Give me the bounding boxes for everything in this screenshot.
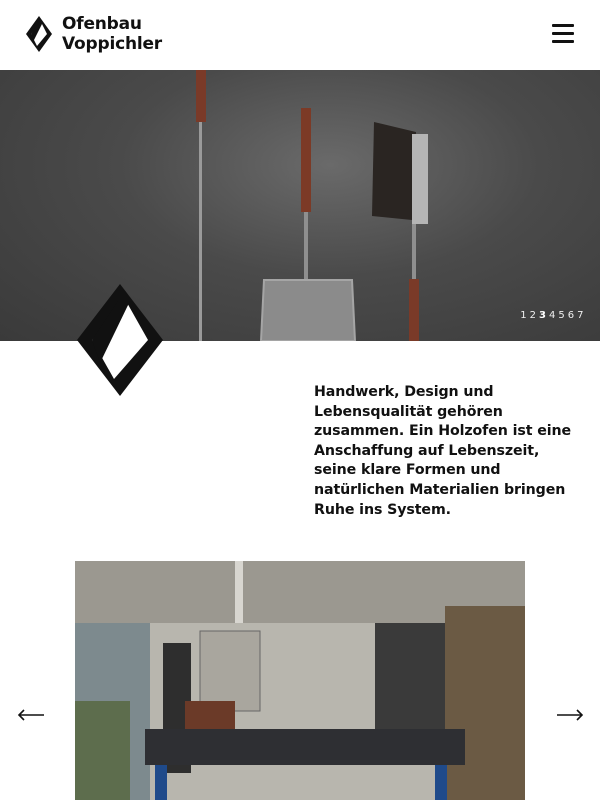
brush-plate: [412, 134, 428, 224]
shovel-blade: [259, 279, 357, 341]
brand-line-2: Voppichler: [62, 34, 162, 54]
slide-pagination: 1234567: [520, 310, 584, 321]
brush-rod: [412, 224, 416, 279]
slide-dot-7[interactable]: 7: [577, 310, 584, 321]
workshop-photo: [75, 561, 525, 800]
workshop-gallery: [75, 561, 525, 800]
arrow-left-icon[interactable]: [16, 705, 46, 725]
shovel-rod: [304, 212, 308, 280]
site-header: Ofenbau Voppichler: [0, 0, 600, 70]
welding-table: [145, 729, 465, 765]
material-rack: [445, 606, 525, 800]
lathe-machine: [75, 701, 130, 800]
menu-bar: [552, 24, 574, 27]
table-leg: [155, 765, 167, 800]
slide-dot-4[interactable]: 4: [549, 310, 556, 321]
tool-board: [199, 630, 261, 712]
diamond-logo-large-icon: [77, 284, 163, 396]
brand-line-1: Ofenbau: [62, 14, 142, 34]
table-leg: [435, 765, 447, 800]
brand-logo-link[interactable]: Ofenbau Voppichler: [24, 14, 162, 54]
brand-name: Ofenbau Voppichler: [62, 14, 162, 54]
slide-dot-2[interactable]: 2: [529, 310, 536, 321]
poker-handle: [196, 70, 206, 122]
shovel-handle: [301, 108, 311, 212]
arrow-right-icon[interactable]: [555, 705, 585, 725]
diamond-logo-icon: [26, 16, 52, 52]
intro-text: Handwerk, Design und Lebensqualität gehö…: [314, 384, 572, 518]
slide-dot-1[interactable]: 1: [520, 310, 527, 321]
brush-handle: [409, 279, 419, 341]
slide-dot-6[interactable]: 6: [567, 310, 574, 321]
shelf-cabinet: [375, 623, 445, 733]
ceiling-pipe: [235, 561, 243, 629]
poker-rod: [199, 122, 202, 341]
menu-bar: [552, 40, 574, 43]
brush-bristles: [372, 122, 416, 220]
slide-dot-5[interactable]: 5: [558, 310, 565, 321]
menu-bar: [552, 32, 574, 35]
face-shield: [185, 701, 235, 731]
hamburger-menu-icon[interactable]: [552, 24, 576, 46]
slide-dot-3[interactable]: 3: [539, 310, 547, 321]
